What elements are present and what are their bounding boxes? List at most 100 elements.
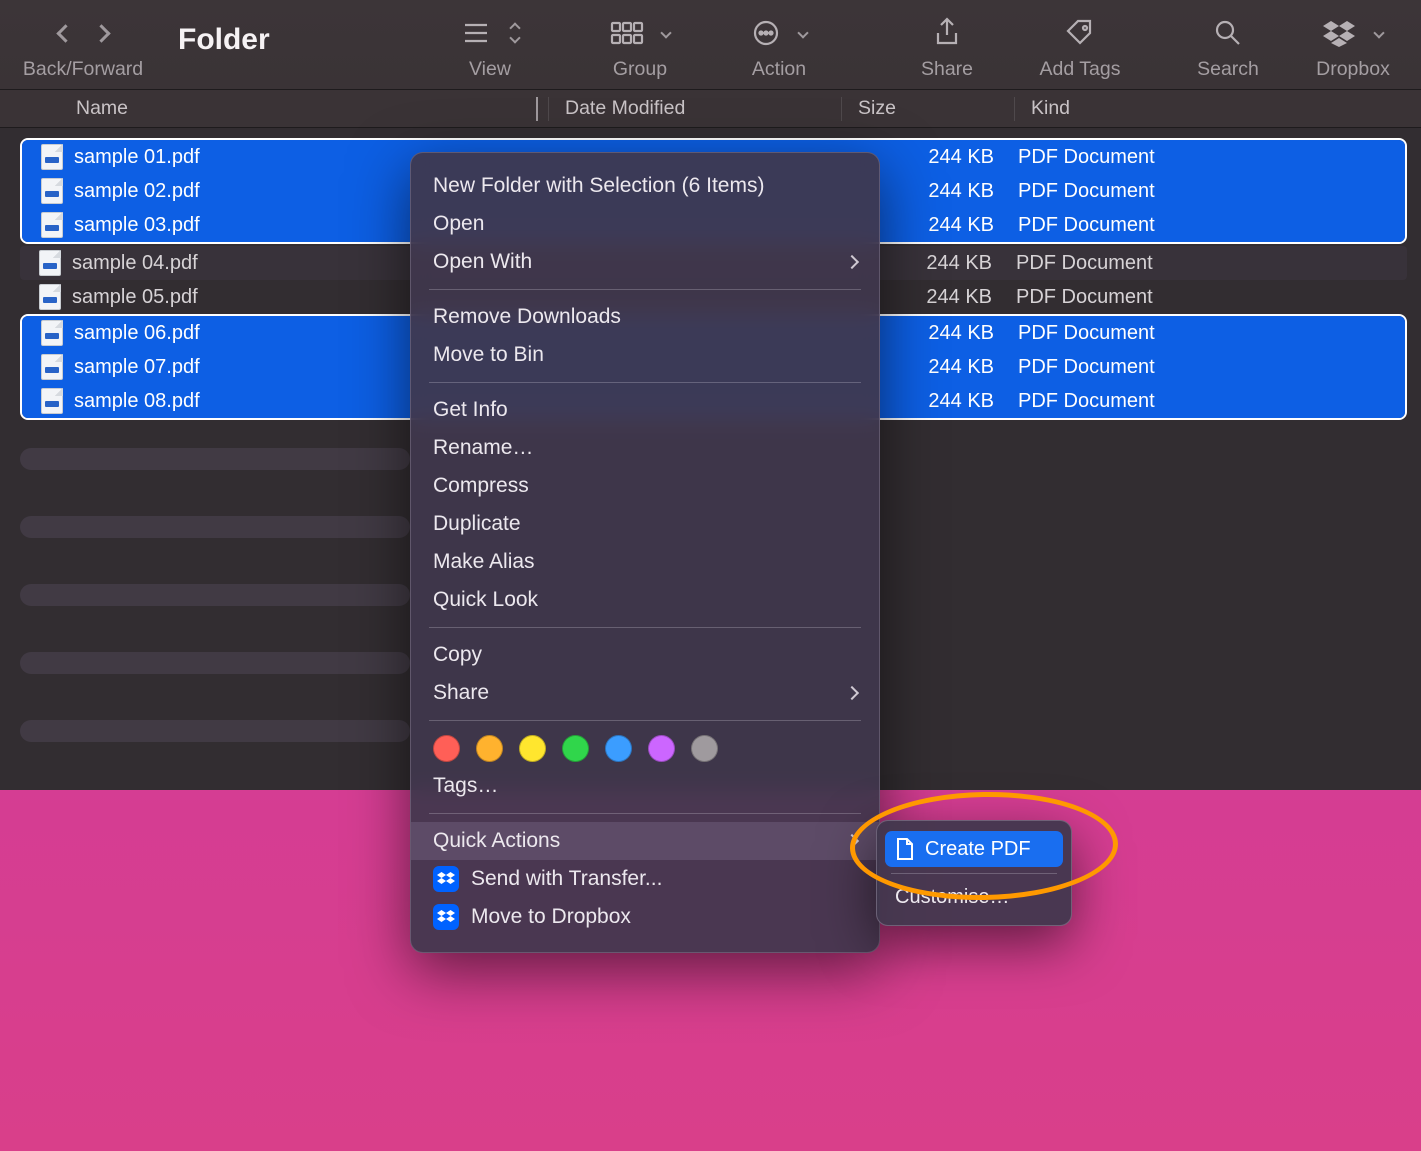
menu-item-label: Send with Transfer... bbox=[471, 867, 857, 891]
menu-item-label: Quick Look bbox=[433, 588, 857, 612]
view-button[interactable] bbox=[461, 10, 519, 56]
menu-item-label: Open With bbox=[433, 250, 835, 274]
menu-send-with-transfer[interactable]: Send with Transfer... bbox=[411, 860, 879, 898]
column-date-label: Date Modified bbox=[565, 97, 685, 119]
menu-remove-downloads[interactable]: Remove Downloads bbox=[411, 298, 879, 336]
search-button[interactable] bbox=[1213, 10, 1243, 56]
menu-quick-look[interactable]: Quick Look bbox=[411, 581, 879, 619]
dropbox-label: Dropbox bbox=[1316, 58, 1390, 81]
group-label: Group bbox=[613, 58, 667, 81]
column-header-date[interactable]: Date Modified bbox=[549, 97, 841, 120]
share-label: Share bbox=[921, 58, 973, 81]
placeholder-row bbox=[20, 584, 410, 606]
placeholder-row bbox=[20, 652, 410, 674]
menu-open[interactable]: Open bbox=[411, 205, 879, 243]
menu-item-label: Compress bbox=[433, 474, 857, 498]
toolbar: Back/Forward Folder View Group bbox=[0, 0, 1421, 90]
action-label: Action bbox=[752, 58, 806, 81]
menu-divider bbox=[429, 289, 861, 290]
column-header-row: Name Date Modified Size Kind bbox=[0, 90, 1421, 128]
column-header-kind[interactable]: Kind bbox=[1015, 97, 1421, 120]
document-icon bbox=[895, 837, 915, 861]
group-icon bbox=[610, 19, 644, 47]
chevron-right-icon bbox=[92, 24, 110, 42]
column-header-name[interactable]: Name bbox=[0, 97, 548, 120]
placeholder-row bbox=[20, 516, 410, 538]
chevron-down-icon bbox=[509, 32, 520, 43]
menu-item-label: Get Info bbox=[433, 398, 857, 422]
pdf-file-icon bbox=[41, 212, 63, 238]
menu-item-label: Remove Downloads bbox=[433, 305, 857, 329]
share-icon bbox=[933, 17, 961, 49]
file-kind: PDF Document bbox=[1016, 286, 1407, 309]
menu-new-folder-selection[interactable]: New Folder with Selection (6 Items) bbox=[411, 167, 879, 205]
submenu-create-pdf[interactable]: Create PDF bbox=[885, 831, 1063, 867]
pdf-file-icon bbox=[41, 388, 63, 414]
tag-grey[interactable] bbox=[691, 735, 718, 762]
add-tags-button[interactable] bbox=[1064, 10, 1096, 56]
menu-tags[interactable]: Tags… bbox=[411, 767, 879, 805]
column-name-label: Name bbox=[76, 97, 128, 120]
menu-open-with[interactable]: Open With bbox=[411, 243, 879, 281]
menu-move-to-dropbox[interactable]: Move to Dropbox bbox=[411, 898, 879, 936]
back-button[interactable] bbox=[56, 18, 74, 48]
tag-blue[interactable] bbox=[605, 735, 632, 762]
chevron-down-icon bbox=[1373, 27, 1384, 38]
placeholder-row bbox=[20, 448, 410, 470]
chevron-right-icon bbox=[845, 834, 859, 848]
menu-item-label: Quick Actions bbox=[433, 829, 835, 853]
menu-copy[interactable]: Copy bbox=[411, 636, 879, 674]
chevron-right-icon bbox=[845, 686, 859, 700]
menu-item-label: Move to Dropbox bbox=[471, 905, 857, 929]
context-menu: New Folder with Selection (6 Items) Open… bbox=[410, 152, 880, 953]
menu-item-label: Share bbox=[433, 681, 835, 705]
menu-duplicate[interactable]: Duplicate bbox=[411, 505, 879, 543]
list-view-icon bbox=[461, 18, 497, 48]
file-kind: PDF Document bbox=[1016, 252, 1407, 275]
menu-make-alias[interactable]: Make Alias bbox=[411, 543, 879, 581]
chevron-down-icon bbox=[797, 27, 808, 38]
tag-red[interactable] bbox=[433, 735, 460, 762]
column-header-size[interactable]: Size bbox=[842, 97, 1014, 120]
tag-purple[interactable] bbox=[648, 735, 675, 762]
share-button[interactable] bbox=[933, 10, 961, 56]
dropbox-button[interactable] bbox=[1323, 10, 1383, 56]
pdf-file-icon bbox=[41, 178, 63, 204]
menu-rename[interactable]: Rename… bbox=[411, 429, 879, 467]
file-kind: PDF Document bbox=[1018, 356, 1405, 379]
group-button[interactable] bbox=[610, 10, 670, 56]
dropbox-icon bbox=[433, 904, 459, 930]
forward-button[interactable] bbox=[92, 18, 110, 48]
menu-share[interactable]: Share bbox=[411, 674, 879, 712]
submenu-customise[interactable]: Customise… bbox=[885, 880, 1063, 915]
sort-indicator bbox=[536, 97, 538, 120]
view-label: View bbox=[469, 58, 511, 81]
submenu-item-label: Customise… bbox=[895, 886, 1009, 909]
menu-item-label: Make Alias bbox=[433, 550, 857, 574]
search-icon bbox=[1213, 18, 1243, 48]
tag-yellow[interactable] bbox=[519, 735, 546, 762]
menu-compress[interactable]: Compress bbox=[411, 467, 879, 505]
chevron-down-icon bbox=[660, 27, 671, 38]
menu-item-label: Open bbox=[433, 212, 857, 236]
menu-divider bbox=[429, 627, 861, 628]
menu-item-label: Copy bbox=[433, 643, 857, 667]
file-kind: PDF Document bbox=[1018, 146, 1405, 169]
file-kind: PDF Document bbox=[1018, 390, 1405, 413]
menu-item-label: New Folder with Selection (6 Items) bbox=[433, 174, 857, 198]
menu-divider bbox=[891, 873, 1057, 874]
menu-move-to-bin[interactable]: Move to Bin bbox=[411, 336, 879, 374]
menu-quick-actions[interactable]: Quick Actions bbox=[411, 822, 879, 860]
action-gear-icon bbox=[751, 18, 781, 48]
chevron-up-icon bbox=[536, 97, 538, 121]
menu-get-info[interactable]: Get Info bbox=[411, 391, 879, 429]
pdf-file-icon bbox=[39, 250, 61, 276]
tag-orange[interactable] bbox=[476, 735, 503, 762]
tag-green[interactable] bbox=[562, 735, 589, 762]
action-button[interactable] bbox=[751, 10, 807, 56]
column-size-label: Size bbox=[858, 97, 896, 119]
chevron-left-icon bbox=[56, 24, 74, 42]
menu-item-label: Tags… bbox=[433, 774, 857, 798]
pdf-file-icon bbox=[41, 320, 63, 346]
dropbox-icon bbox=[433, 866, 459, 892]
